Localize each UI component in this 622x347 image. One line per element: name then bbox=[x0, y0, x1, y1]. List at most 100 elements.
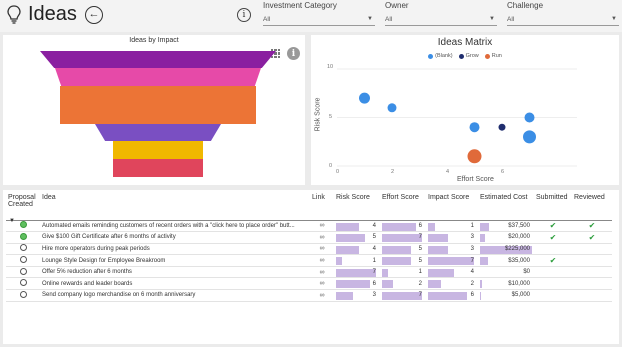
risk-value: 7 bbox=[372, 269, 376, 276]
scatter-point[interactable] bbox=[523, 130, 536, 144]
estimated-cost-cell: $10,000 bbox=[478, 277, 534, 291]
funnel-bar[interactable] bbox=[60, 86, 256, 124]
filter-label: Owner bbox=[385, 1, 409, 10]
funnel-bar[interactable] bbox=[40, 51, 276, 68]
link-icon[interactable]: ∞ bbox=[320, 292, 325, 299]
effort-value: 6 bbox=[418, 222, 422, 229]
impact-value: 3 bbox=[470, 234, 474, 241]
impact-score-cell: 7 bbox=[426, 254, 478, 267]
link-icon[interactable]: ∞ bbox=[320, 269, 325, 276]
column-header-idea[interactable]: Idea bbox=[40, 194, 310, 221]
impact-score-cell: 2 bbox=[426, 277, 478, 291]
effort-score-cell: 5 bbox=[380, 243, 426, 256]
status-circle-icon[interactable] bbox=[19, 279, 27, 287]
funnel-bar[interactable] bbox=[113, 159, 203, 177]
risk-value: 3 bbox=[372, 292, 376, 299]
proposal-status-cell bbox=[6, 231, 40, 244]
link-cell: ∞ bbox=[310, 277, 334, 291]
submitted-cell bbox=[534, 277, 572, 291]
cost-value: $0 bbox=[523, 269, 530, 276]
proposal-status-cell bbox=[6, 277, 40, 291]
idea-cell: Automated emails reminding customers of … bbox=[40, 220, 310, 233]
estimated-cost-cell: $225,000 bbox=[478, 243, 534, 256]
link-cell: ∞ bbox=[310, 254, 334, 267]
impact-value: 2 bbox=[470, 280, 474, 287]
table-row[interactable]: Hire more operators during peak periods ∞… bbox=[6, 243, 612, 256]
link-icon[interactable]: ∞ bbox=[320, 257, 325, 264]
column-header-risk-score[interactable]: Risk Score bbox=[334, 194, 380, 221]
scatter-point[interactable] bbox=[498, 123, 506, 131]
column-header-submitted[interactable]: Submitted bbox=[534, 194, 572, 221]
effort-value: 2 bbox=[418, 280, 422, 287]
column-header-estimated-cost[interactable]: Estimated Cost bbox=[478, 194, 534, 221]
status-circle-icon[interactable] bbox=[19, 290, 27, 298]
funnel-bar[interactable] bbox=[113, 141, 203, 159]
table-row[interactable]: Send company logo merchandise on 6 month… bbox=[6, 289, 612, 302]
submitted-cell: ✔ bbox=[534, 254, 572, 267]
column-header-effort-score[interactable]: Effort Score bbox=[380, 194, 426, 221]
investment-category-select[interactable]: All ▼ bbox=[263, 13, 375, 26]
status-circle-icon[interactable] bbox=[19, 221, 27, 229]
x-tick: 2 bbox=[391, 169, 395, 175]
funnel-bar[interactable] bbox=[55, 68, 261, 86]
reviewed-cell: ✔ bbox=[572, 220, 612, 233]
y-tick: 5 bbox=[329, 114, 333, 120]
column-header-proposal-created[interactable]: Proposal Created bbox=[6, 194, 40, 221]
info-icon[interactable]: i bbox=[237, 8, 251, 22]
link-icon[interactable]: ∞ bbox=[320, 234, 325, 241]
scatter-point[interactable] bbox=[467, 149, 482, 164]
info-icon[interactable]: i bbox=[287, 47, 300, 60]
filter-value: All bbox=[507, 15, 515, 23]
effort-score-cell: 7 bbox=[380, 289, 426, 302]
status-circle-icon[interactable] bbox=[19, 267, 27, 275]
x-tick: 6 bbox=[501, 169, 505, 175]
idea-cell: Online rewards and leader boards bbox=[40, 277, 310, 291]
link-cell: ∞ bbox=[310, 231, 334, 244]
column-header-impact-score[interactable]: Impact Score bbox=[426, 194, 478, 221]
back-arrow-icon[interactable]: ← bbox=[84, 5, 103, 24]
scatter-point[interactable] bbox=[387, 103, 397, 113]
link-icon[interactable]: ∞ bbox=[320, 245, 325, 252]
status-circle-icon[interactable] bbox=[19, 244, 27, 252]
impact-value: 7 bbox=[470, 257, 474, 264]
column-header-reviewed[interactable]: Reviewed bbox=[572, 194, 612, 221]
risk-score-cell: 5 bbox=[334, 231, 380, 244]
scatter-plot bbox=[337, 68, 577, 167]
link-cell: ∞ bbox=[310, 220, 334, 233]
link-cell: ∞ bbox=[310, 243, 334, 256]
table-row[interactable]: Automated emails reminding customers of … bbox=[6, 220, 612, 233]
funnel-bar[interactable] bbox=[95, 124, 221, 141]
submitted-cell bbox=[534, 289, 572, 302]
y-axis-label: Risk Score bbox=[314, 97, 322, 132]
chevron-down-icon: ▼ bbox=[489, 16, 495, 22]
column-header-link[interactable]: Link bbox=[310, 194, 334, 221]
sort-arrow-icon[interactable]: ▼ bbox=[9, 218, 15, 224]
scatter-point[interactable] bbox=[469, 122, 480, 133]
submitted-cell bbox=[534, 266, 572, 279]
estimated-cost-cell: $20,000 bbox=[478, 231, 534, 244]
table-row[interactable]: Offer 5% reduction after 6 months ∞ 7 1 4 $0 bbox=[6, 266, 612, 279]
reviewed-cell: ✔ bbox=[572, 231, 612, 244]
cost-value: $20,000 bbox=[508, 234, 530, 241]
table-row[interactable]: Give $100 Gift Certificate after 6 month… bbox=[6, 231, 612, 244]
status-circle-icon[interactable] bbox=[19, 256, 27, 264]
scatter-point[interactable] bbox=[524, 112, 535, 123]
table-row[interactable]: Lounge Style Design for Employee Breakro… bbox=[6, 254, 612, 267]
impact-score-cell: 4 bbox=[426, 266, 478, 279]
impact-value: 1 bbox=[470, 222, 474, 229]
challenge-select[interactable]: All ▼ bbox=[507, 13, 619, 26]
y-tick: 0 bbox=[329, 163, 333, 169]
x-axis-label: Effort Score bbox=[457, 176, 494, 183]
link-icon[interactable]: ∞ bbox=[320, 280, 325, 287]
owner-select[interactable]: All ▼ bbox=[385, 13, 497, 26]
x-tick: 4 bbox=[446, 169, 450, 175]
status-circle-icon[interactable] bbox=[19, 232, 27, 240]
submitted-cell: ✔ bbox=[534, 220, 572, 233]
risk-score-cell: 6 bbox=[334, 277, 380, 291]
link-icon[interactable]: ∞ bbox=[320, 222, 325, 229]
cost-value: $5,000 bbox=[511, 292, 530, 299]
funnel-panel: Ideas by Impact i bbox=[3, 35, 305, 185]
table-row[interactable]: Online rewards and leader boards ∞ 6 2 2 $10,… bbox=[6, 277, 612, 291]
impact-score-cell: 6 bbox=[426, 289, 478, 302]
scatter-point[interactable] bbox=[359, 92, 370, 104]
